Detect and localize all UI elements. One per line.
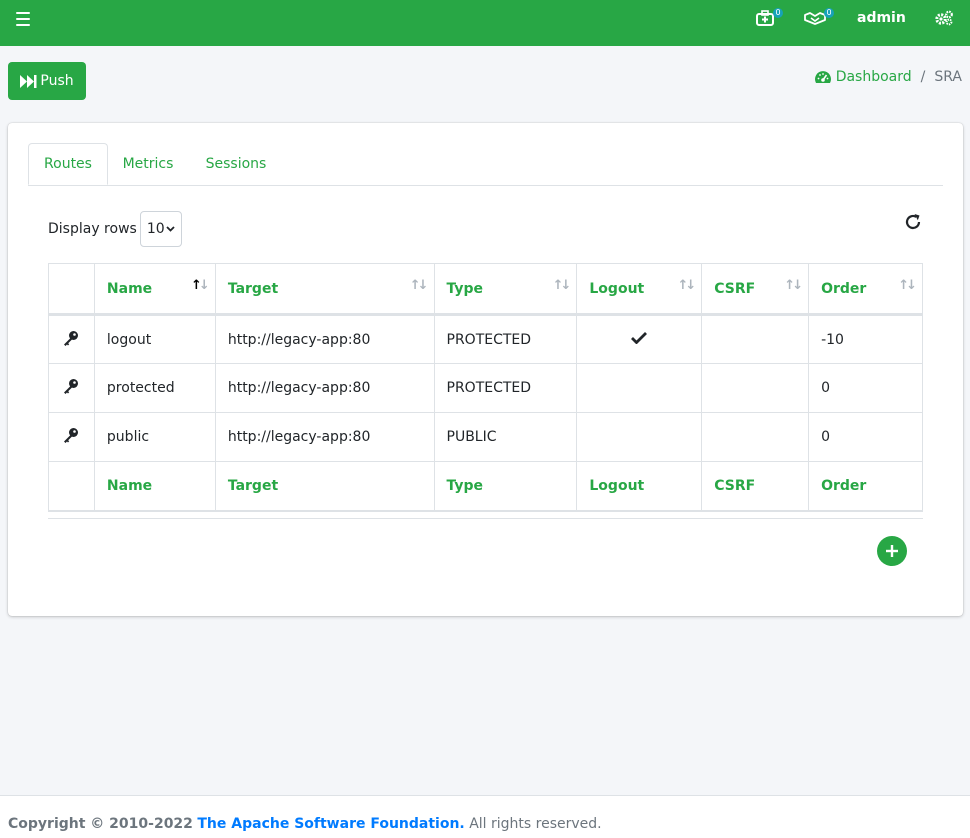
notifications-badge: 0 [773, 8, 783, 18]
table-row: logout http://legacy-app:80 PROTECTED -1… [48, 314, 923, 364]
plus-icon [886, 545, 898, 557]
cell-target: http://legacy-app:80 [214, 412, 435, 462]
page-footer: Copyright © 2010-2022 The Apache Softwar… [0, 795, 970, 838]
column-header-name[interactable]: Name ↑↓ [93, 263, 216, 316]
tasks-button[interactable] [804, 0, 828, 36]
breadcrumb-separator: / [920, 69, 926, 85]
add-route-button[interactable] [877, 536, 907, 566]
column-header-order[interactable]: Order ↑↓ [808, 263, 923, 316]
footer-cell-name: Name [93, 461, 216, 512]
cell-name: protected [93, 363, 216, 413]
push-button[interactable]: Push [8, 62, 86, 100]
cell-csrf [701, 314, 810, 364]
table-row: public http://legacy-app:80 PUBLIC 0 [48, 412, 923, 462]
row-actions[interactable] [48, 412, 95, 462]
sort-icon: ↑↓ [898, 278, 917, 293]
key-icon[interactable] [63, 427, 79, 443]
tachometer-icon [814, 70, 831, 83]
table-header-row: Name ↑↓ Target ↑↓ Type ↑↓ Logout ↑↓ CSRF [48, 263, 923, 316]
cell-csrf [701, 412, 810, 462]
column-header-actions [48, 263, 95, 316]
column-header-type[interactable]: Type ↑↓ [433, 263, 578, 316]
check-icon [631, 331, 648, 344]
sort-icon: ↑↓ [552, 278, 572, 293]
copyright-text: Copyright © 2010-2022 [8, 816, 193, 832]
tab-sessions[interactable]: Sessions [194, 143, 278, 184]
cell-order: -10 [808, 314, 923, 364]
push-label: Push [40, 73, 74, 89]
cell-csrf [701, 363, 810, 413]
table-divider [48, 518, 923, 519]
cell-type: PUBLIC [433, 412, 578, 462]
footer-cell-target: Target [214, 461, 435, 512]
column-header-target[interactable]: Target ↑↓ [214, 263, 435, 316]
table-footer-row: Name Target Type Logout CSRF Order [48, 461, 923, 512]
display-rows-control: Display rows 10 [48, 211, 182, 247]
routes-table: Name ↑↓ Target ↑↓ Type ↑↓ Logout ↑↓ CSRF [48, 263, 923, 512]
top-navbar: 0 0 admin [0, 0, 970, 46]
user-label: admin [857, 10, 906, 26]
footer-cell-type: Type [433, 461, 578, 512]
sort-asc-icon: ↑↓ [191, 278, 210, 293]
medkit-icon [756, 10, 774, 26]
sort-icon: ↑↓ [409, 278, 429, 293]
tab-metrics[interactable]: Metrics [114, 143, 182, 184]
breadcrumb-dashboard-label: Dashboard [835, 69, 912, 85]
footer-cell-order: Order [808, 461, 923, 512]
display-rows-label: Display rows [48, 221, 137, 237]
row-actions[interactable] [48, 314, 95, 364]
cell-logout [576, 412, 703, 462]
cell-order: 0 [808, 412, 923, 462]
footer-cell-logout: Logout [576, 461, 703, 512]
refresh-icon[interactable] [904, 213, 922, 231]
user-menu[interactable]: admin [857, 0, 906, 36]
footer-text: Copyright © 2010-2022 The Apache Softwar… [8, 816, 602, 832]
tabs-bar: Routes Metrics Sessions [28, 143, 943, 186]
cell-name: public [93, 412, 216, 462]
breadcrumb-dashboard-link[interactable]: Dashboard [814, 69, 912, 85]
sort-icon: ↑↓ [677, 278, 696, 293]
cell-type: PROTECTED [433, 363, 578, 413]
cell-target: http://legacy-app:80 [214, 363, 435, 413]
hamburger-icon[interactable] [16, 12, 30, 26]
tasks-badge: 0 [824, 8, 834, 18]
row-actions[interactable] [48, 363, 95, 413]
footer-cell-csrf: CSRF [701, 461, 810, 512]
key-icon[interactable] [63, 378, 79, 394]
notifications-button[interactable] [756, 0, 778, 36]
content-card: Routes Metrics Sessions Display rows 10 … [8, 123, 963, 616]
breadcrumb: Dashboard / SRA [814, 67, 962, 87]
cogs-icon [935, 10, 953, 26]
footer-cell-actions [48, 461, 95, 512]
column-header-logout[interactable]: Logout ↑↓ [576, 263, 703, 316]
rights-text: All rights reserved. [469, 816, 602, 832]
sort-icon: ↑↓ [784, 278, 803, 293]
key-icon[interactable] [63, 330, 79, 346]
cell-order: 0 [808, 363, 923, 413]
cell-type: PROTECTED [433, 314, 578, 364]
apache-link[interactable]: The Apache Software Foundation. [197, 816, 464, 832]
fast-forward-icon [20, 74, 37, 88]
rows-per-page-value: 10 [146, 221, 165, 237]
cell-name: logout [93, 314, 216, 364]
cell-target: http://legacy-app:80 [214, 314, 435, 364]
settings-button[interactable] [934, 0, 956, 36]
tab-routes[interactable]: Routes [28, 143, 108, 185]
handshake-icon [804, 12, 826, 25]
chevron-down-icon [166, 226, 175, 232]
cell-logout [576, 314, 703, 364]
column-header-csrf[interactable]: CSRF ↑↓ [701, 263, 810, 316]
rows-per-page-select[interactable]: 10 [139, 211, 182, 247]
breadcrumb-current: SRA [934, 69, 962, 85]
cell-logout [576, 363, 703, 413]
table-row: protected http://legacy-app:80 PROTECTED… [48, 363, 923, 413]
